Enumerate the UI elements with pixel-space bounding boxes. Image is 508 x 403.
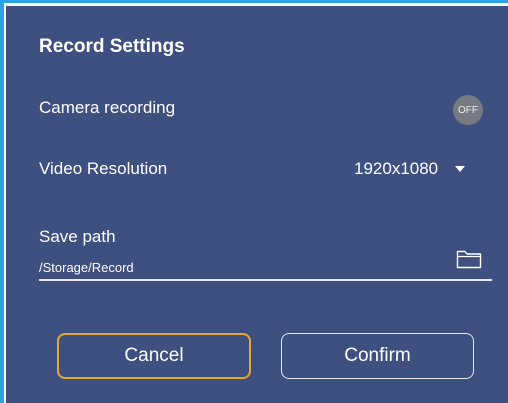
confirm-button[interactable]: Confirm [281, 333, 474, 379]
video-resolution-label: Video Resolution [39, 159, 168, 178]
toggle-state-label: OFF [458, 104, 478, 116]
window-accent-left [0, 0, 4, 403]
screen: Record Settings Camera recording OFF Vid… [0, 0, 508, 403]
camera-recording-label: Camera recording [39, 98, 176, 117]
chevron-down-icon [455, 166, 466, 172]
save-path-underline [39, 279, 492, 281]
dialog-title: Record Settings [39, 36, 185, 57]
save-path-label: Save path [39, 227, 116, 246]
camera-recording-toggle[interactable]: OFF [453, 95, 483, 125]
cancel-button[interactable]: Cancel [57, 333, 251, 379]
save-path-field[interactable]: /Storage/Record [39, 260, 134, 275]
video-resolution-value: 1920x1080 [354, 159, 439, 178]
video-resolution-dropdown[interactable]: 1920x1080 [354, 159, 466, 179]
record-settings-dialog: Record Settings Camera recording OFF Vid… [6, 6, 508, 403]
window-accent-top [0, 0, 508, 3]
folder-icon[interactable] [456, 249, 482, 269]
